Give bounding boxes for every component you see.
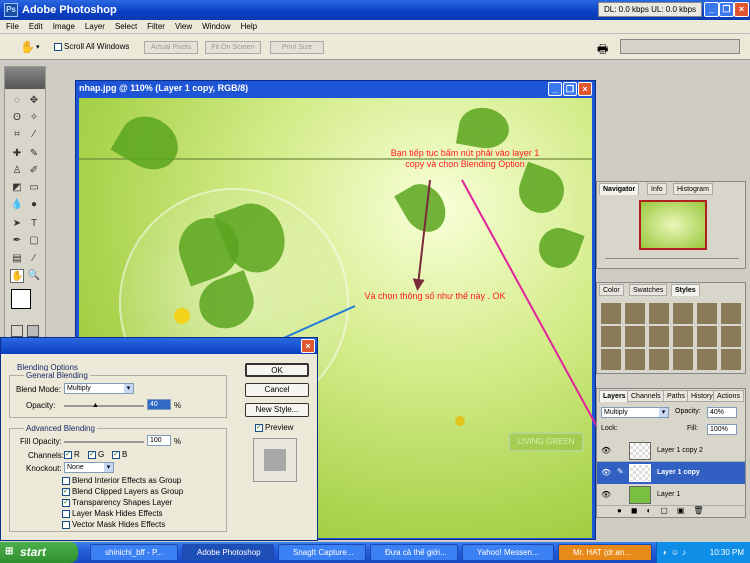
layer-actions-bar[interactable]: ●◼◐▢▣🗑 bbox=[597, 506, 745, 518]
windows-logo-icon: ⊞ bbox=[5, 546, 14, 557]
navigator-zoom-slider[interactable] bbox=[605, 258, 739, 264]
layer-row-selected[interactable]: 👁 ✎ Layer 1 copy bbox=[597, 462, 745, 484]
preview-swatch bbox=[253, 438, 297, 482]
start-button[interactable]: ⊞ start bbox=[0, 542, 78, 563]
dialog-close-button[interactable]: × bbox=[301, 339, 315, 353]
start-label: start bbox=[20, 545, 47, 559]
option-checkbox[interactable]: ✓ Transparency Shapes Layer bbox=[62, 498, 172, 507]
arrow-to-layer bbox=[461, 179, 621, 471]
cancel-button[interactable]: Cancel bbox=[245, 383, 309, 397]
taskbar-item[interactable]: Đưa cả thế giới... bbox=[370, 544, 458, 561]
option-label: Blend Interior Effects as Group bbox=[72, 476, 182, 485]
fill-opacity-label: Fill Opacity: bbox=[20, 437, 62, 446]
channels-label: Channels: bbox=[28, 451, 65, 460]
taskbar-item[interactable]: SnagIt Capture... bbox=[278, 544, 366, 561]
tab-histogram[interactable]: Histogram bbox=[673, 183, 713, 195]
styles-grid[interactable] bbox=[601, 301, 741, 371]
eye-icon[interactable]: 👁 bbox=[601, 490, 611, 499]
option-label: Layer Mask Hides Effects bbox=[72, 509, 163, 518]
taskbar-item[interactable]: shinichi_bff - P... bbox=[90, 544, 178, 561]
channel-b-checkbox[interactable]: ✓ B bbox=[112, 450, 127, 459]
ok-button[interactable]: OK bbox=[245, 363, 309, 377]
layer-name: Layer 1 copy bbox=[657, 469, 700, 476]
fill-opacity-slider[interactable] bbox=[64, 441, 144, 443]
taskbar: ⊞ start shinichi_bff - P... Adobe Photosh… bbox=[0, 542, 750, 563]
system-tray: ◐☺♪ 10:30 PM bbox=[656, 542, 750, 563]
layer-fill-input[interactable]: 100% bbox=[707, 424, 737, 435]
fill-label: Fill: bbox=[687, 425, 698, 432]
channel-g-checkbox[interactable]: ✓ G bbox=[88, 450, 104, 459]
advanced-blending-label: Advanced Blending bbox=[24, 424, 97, 433]
taskbar-item-flash[interactable]: Mr. HAT (dr.an... bbox=[558, 544, 652, 561]
layer-opacity-label: Opacity: bbox=[675, 408, 701, 415]
tab-actions[interactable]: Actions bbox=[713, 390, 744, 402]
option-label: Transparency Shapes Layer bbox=[72, 498, 173, 507]
layers-panel: Layers Channels Paths History Actions Mu… bbox=[596, 388, 746, 518]
layer-thumbnail bbox=[629, 486, 651, 504]
layer-row[interactable]: 👁 Layer 1 bbox=[597, 484, 745, 506]
option-checkbox[interactable]: Blend Interior Effects as Group bbox=[62, 476, 181, 485]
clock: 10:30 PM bbox=[709, 548, 744, 557]
layer-row[interactable]: 👁 Layer 1 copy 2 bbox=[597, 440, 745, 462]
option-checkbox[interactable]: ✓ Blend Clipped Layers as Group bbox=[62, 487, 183, 496]
percent-label: % bbox=[174, 437, 182, 446]
option-checkbox[interactable]: Vector Mask Hides Effects bbox=[62, 520, 165, 529]
layer-opacity-input[interactable]: 40% bbox=[707, 407, 737, 418]
taskbar-item-active[interactable]: Adobe Photoshop bbox=[182, 544, 274, 561]
opacity-slider[interactable] bbox=[64, 405, 144, 407]
brush-link-icon: ✎ bbox=[617, 467, 624, 476]
channel-b-label: B bbox=[122, 450, 128, 459]
knockout-select[interactable]: None bbox=[64, 462, 114, 473]
option-checkbox[interactable]: Layer Mask Hides Effects bbox=[62, 509, 163, 518]
layer-thumbnail bbox=[629, 442, 651, 460]
layer-thumbnail bbox=[629, 464, 651, 482]
knockout-label: Knockout: bbox=[26, 464, 62, 473]
navigator-panel: Navigator Info Histogram bbox=[596, 181, 746, 269]
tab-color[interactable]: Color bbox=[599, 284, 624, 296]
percent-label: % bbox=[174, 401, 182, 410]
preview-checkbox[interactable]: ✓ Preview bbox=[255, 423, 293, 432]
tab-styles[interactable]: Styles bbox=[671, 284, 700, 296]
layer-style-dialog: × Blending Options General Blending Blen… bbox=[0, 337, 318, 541]
tab-info[interactable]: Info bbox=[647, 183, 667, 195]
channel-r-checkbox[interactable]: ✓ R bbox=[64, 450, 80, 459]
dialog-titlebar: × bbox=[1, 338, 317, 354]
tab-swatches[interactable]: Swatches bbox=[629, 284, 668, 296]
general-blending-label: General Blending bbox=[24, 371, 90, 380]
option-label: Blend Clipped Layers as Group bbox=[72, 487, 184, 496]
fill-opacity-input[interactable]: 100 bbox=[147, 435, 171, 446]
new-style-button[interactable]: New Style... bbox=[245, 403, 309, 417]
blend-mode-label: Blend Mode: bbox=[16, 385, 61, 394]
channel-g-label: G bbox=[98, 450, 105, 459]
preview-square bbox=[264, 449, 286, 471]
blend-mode-select[interactable]: Multiply bbox=[64, 383, 134, 394]
navigator-thumbnail[interactable] bbox=[639, 200, 707, 250]
option-label: Vector Mask Hides Effects bbox=[72, 520, 166, 529]
taskbar-item[interactable]: Yahoo! Messen... bbox=[462, 544, 554, 561]
tray-icons[interactable]: ◐☺♪ bbox=[663, 542, 689, 563]
general-blending-group: General Blending Blend Mode: Multiply Op… bbox=[9, 371, 227, 418]
eye-icon[interactable]: 👁 bbox=[601, 468, 611, 477]
styles-panel: Color Swatches Styles bbox=[596, 282, 746, 374]
tab-paths[interactable]: Paths bbox=[663, 390, 689, 402]
tab-layers[interactable]: Layers bbox=[599, 390, 630, 402]
lock-label: Lock: bbox=[601, 425, 618, 432]
advanced-blending-group: Advanced Blending Fill Opacity: 100 % Ch… bbox=[9, 424, 227, 532]
slider-thumb-icon[interactable]: ▲ bbox=[92, 402, 99, 409]
opacity-label: Opacity: bbox=[26, 401, 56, 410]
opacity-input[interactable]: 40 bbox=[147, 399, 171, 410]
preview-label: Preview bbox=[265, 423, 294, 432]
layer-name: Layer 1 bbox=[657, 491, 681, 498]
layer-name: Layer 1 copy 2 bbox=[657, 447, 703, 454]
arrow-to-text bbox=[412, 179, 431, 291]
eye-icon[interactable]: 👁 bbox=[601, 446, 611, 455]
tab-navigator[interactable]: Navigator bbox=[599, 183, 640, 195]
tab-channels[interactable]: Channels bbox=[627, 390, 665, 402]
channel-r-label: R bbox=[74, 450, 80, 459]
layer-blend-mode-select[interactable]: Multiply bbox=[601, 407, 669, 418]
